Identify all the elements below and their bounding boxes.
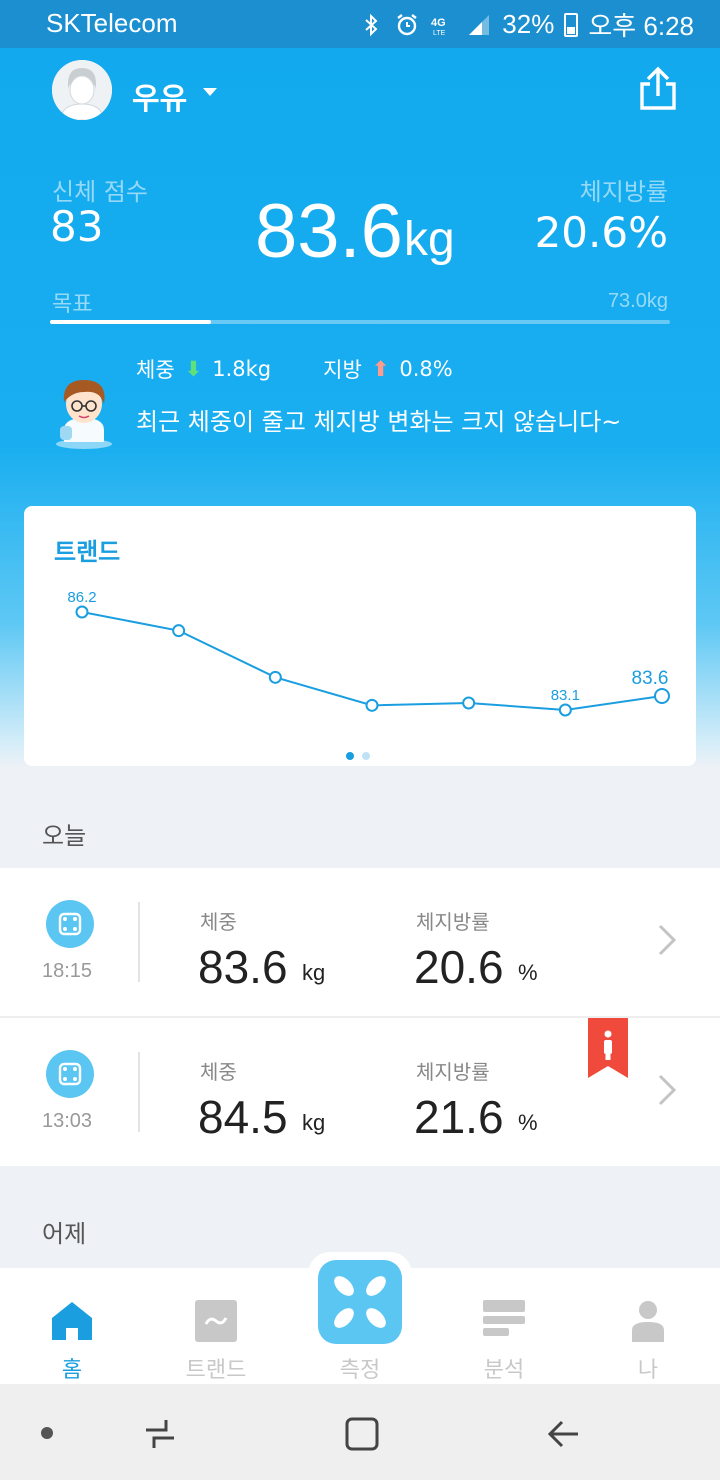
scale-icon xyxy=(46,900,94,948)
section-yesterday-label: 어제 xyxy=(42,1220,87,1248)
trend-title: 트랜드 xyxy=(54,538,121,566)
trend-point[interactable] xyxy=(268,670,282,684)
body-fat-value: 20.6 xyxy=(414,941,504,993)
signal-icon xyxy=(469,14,490,35)
body-fat-label: 체지방률 xyxy=(579,178,668,206)
arrow-down-icon: ⬇ xyxy=(184,357,203,381)
share-icon[interactable] xyxy=(636,66,680,112)
nav-home[interactable]: 홈 xyxy=(0,1268,144,1384)
body-fat-label: 체지방률 xyxy=(416,1060,490,1084)
goal-progress-bar xyxy=(50,320,670,324)
carrier-label: SKTelecom xyxy=(46,8,178,38)
system-navigation-bar xyxy=(0,1384,720,1480)
avatar-icon xyxy=(52,60,112,120)
body-fat-value: 20.6% xyxy=(534,208,668,257)
fat-change-value: 0.8% xyxy=(399,357,453,381)
trend-chart: 86.2 83.1 83.6 xyxy=(67,589,670,717)
body-fat-unit: % xyxy=(518,960,538,985)
trend-card[interactable]: 86.2 83.1 83.6 트랜드 xyxy=(24,506,696,766)
body-fat-value: 21.6 xyxy=(414,1091,504,1143)
nav-me-label: 나 xyxy=(637,1358,659,1383)
fat-change-label: 지방 xyxy=(323,358,362,382)
trend-data-label: 83.1 xyxy=(551,687,580,704)
avatar[interactable] xyxy=(52,60,112,120)
analysis-icon xyxy=(483,1300,525,1336)
home-button-icon[interactable] xyxy=(342,1414,382,1454)
battery-percent: 32% xyxy=(502,9,555,39)
person-icon xyxy=(632,1301,664,1342)
weight-value: 84.5 xyxy=(198,1091,288,1143)
weight-unit: kg xyxy=(404,213,455,266)
weight-unit: kg xyxy=(302,1110,326,1135)
weight-change-value: 1.8kg xyxy=(212,357,272,381)
nav-analysis[interactable]: 분석 xyxy=(432,1268,576,1384)
weight-value: 83.6 xyxy=(198,941,288,993)
trend-data-label: 83.6 xyxy=(632,668,669,689)
trend-point[interactable] xyxy=(172,624,186,638)
chevron-right-icon[interactable] xyxy=(656,1072,678,1108)
trend-point[interactable] xyxy=(365,698,379,712)
page-indicator xyxy=(346,752,370,760)
goal-progress-fill xyxy=(50,320,212,324)
nav-trend[interactable]: 트랜드 xyxy=(144,1268,288,1384)
divider xyxy=(138,902,140,982)
nav-me[interactable]: 나 xyxy=(576,1268,720,1384)
user-name[interactable]: 우유 xyxy=(132,74,187,118)
dot-icon[interactable] xyxy=(40,1426,54,1440)
body-score-value: 83 xyxy=(50,202,104,251)
nav-trend-label: 트랜드 xyxy=(185,1358,247,1383)
back-icon[interactable] xyxy=(544,1414,584,1454)
home-icon xyxy=(52,1302,92,1340)
nav-measure-label: 측정 xyxy=(339,1358,381,1383)
scale-icon xyxy=(318,1260,402,1344)
record-time: 18:15 xyxy=(42,960,93,982)
chevron-right-icon[interactable] xyxy=(656,922,678,958)
weight-value: 83.6 xyxy=(255,189,403,274)
bluetooth-icon xyxy=(365,13,378,36)
recent-apps-icon[interactable] xyxy=(140,1414,180,1454)
body-fat-label: 체지방률 xyxy=(416,910,490,934)
status-icons: 4G LTE 32% 오후 6:28 xyxy=(358,6,694,43)
change-summary: 체중 ⬇ 1.8kg 지방 ⬆ 0.8% xyxy=(136,354,453,384)
page-dot xyxy=(346,752,354,760)
nav-home-label: 홈 xyxy=(61,1358,83,1383)
weight-change-label: 체중 xyxy=(136,358,175,382)
goal-label: 목표 xyxy=(52,292,93,317)
body-fat-unit: % xyxy=(518,1110,538,1135)
goal-value: 73.0kg xyxy=(607,290,668,312)
status-bar: SKTelecom 4G LTE 32% 오후 6:28 xyxy=(0,0,720,48)
scale-icon xyxy=(46,1050,94,1098)
coach-avatar-icon xyxy=(56,380,112,449)
svg-text:LTE: LTE xyxy=(433,30,446,37)
weight-unit: kg xyxy=(302,960,326,985)
record-row[interactable]: 18:15 체중 83.6 kg 체지방률 20.6 % xyxy=(0,868,720,1016)
page-dot xyxy=(362,752,370,760)
trend-icon xyxy=(195,1300,237,1342)
trend-point[interactable] xyxy=(654,688,670,704)
trend-data-label: 86.2 xyxy=(67,589,96,606)
bookmark-person-icon xyxy=(588,1018,628,1078)
clock: 오후 6:28 xyxy=(588,11,694,41)
trend-point[interactable] xyxy=(558,703,572,717)
section-today-label: 오늘 xyxy=(42,822,87,850)
measure-button[interactable] xyxy=(308,1252,412,1356)
record-time: 13:03 xyxy=(42,1110,93,1132)
nav-analysis-label: 분석 xyxy=(483,1358,525,1383)
chevron-down-icon[interactable] xyxy=(203,88,217,96)
weight-label: 체중 xyxy=(200,910,237,934)
weight-label: 체중 xyxy=(200,1060,237,1084)
4g-lte-icon: 4GLTE xyxy=(431,17,446,37)
trend-point[interactable] xyxy=(462,696,476,710)
svg-text:4G: 4G xyxy=(431,17,446,29)
trend-point[interactable] xyxy=(75,605,89,619)
arrow-up-icon: ⬆ xyxy=(371,357,390,381)
divider xyxy=(138,1052,140,1132)
summary-message: 최근 체중이 줄고 체지방 변화는 크지 않습니다~ xyxy=(136,408,622,436)
alarm-icon xyxy=(397,13,418,35)
battery-icon xyxy=(564,12,579,37)
